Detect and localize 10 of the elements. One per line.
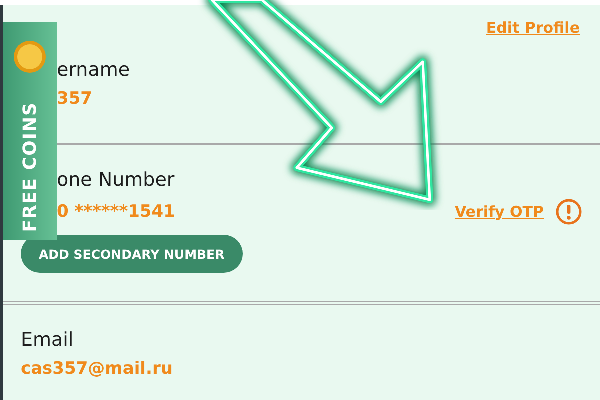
- free-coins-tab[interactable]: FREE COINS: [3, 22, 57, 240]
- field-label: Email: [21, 329, 75, 351]
- warning-icon: [556, 199, 582, 225]
- coin-icon: [13, 40, 47, 74]
- add-secondary-number-button[interactable]: ADD SECONDARY NUMBER: [21, 235, 243, 273]
- field-label: ername: [56, 59, 132, 81]
- field-value: 357: [56, 89, 94, 109]
- edit-profile-link[interactable]: Edit Profile: [486, 19, 580, 59]
- field-value: cas357@mail.ru: [21, 359, 174, 379]
- verify-otp-link[interactable]: Verify OTP: [454, 203, 544, 221]
